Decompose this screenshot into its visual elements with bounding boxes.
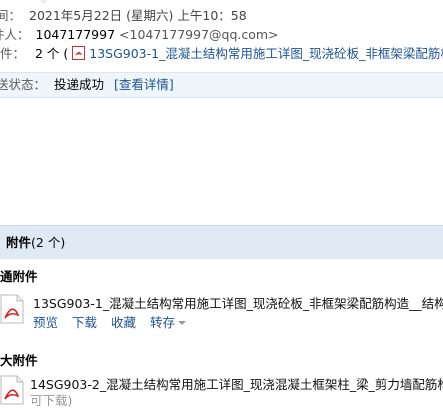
favorite-link[interactable]: 收藏 xyxy=(111,315,136,330)
large-file-expiry: 可下载) xyxy=(30,393,73,408)
download-link[interactable]: 下载 xyxy=(72,315,97,330)
recipient-row: 件人： 1047177997 <1047177997@qq.com> xyxy=(0,25,279,45)
time-row: 间： 2021年5月22日 (星期六) 上午10：58 xyxy=(0,6,247,26)
delivery-status-bar: 送状态： 投递成功 [查看详情] xyxy=(0,72,443,98)
attachment-label: 件： xyxy=(0,46,26,61)
attachments-title: 附件 xyxy=(6,235,32,250)
pdf-icon xyxy=(72,46,86,60)
pdf-file-icon[interactable] xyxy=(0,294,24,324)
file-actions: 预览 下载 收藏 转存 xyxy=(33,312,196,331)
attachment-first-link[interactable]: 13SG903-1_混凝土结构常用施工详图_现浇砼板_非框架梁配筋构 xyxy=(89,46,443,61)
status-label: 送状态： xyxy=(0,77,47,92)
save-to-link[interactable]: 转存 xyxy=(150,315,187,330)
attachment-row: 件： 2 个 ( 13SG903-1_混凝土结构常用施工详图_现浇砼板_非框架梁… xyxy=(0,44,443,64)
chevron-down-icon xyxy=(178,321,187,325)
large-attachments-title: 大附件 xyxy=(0,353,38,368)
normal-file-name[interactable]: 13SG903-1_混凝土结构常用施工详图_现浇砼板_非框架梁配筋构造__结构 xyxy=(33,293,443,312)
large-file-name[interactable]: 14SG903-2_混凝土结构常用施工详图_现浇混凝土框架柱_梁_剪力墙配筋构 xyxy=(30,374,443,393)
time-value: 2021年5月22日 (星期六) 上午10：58 xyxy=(29,8,247,23)
time-label: 间： xyxy=(0,8,22,23)
recipient-qq[interactable]: 1047177997 xyxy=(36,27,116,42)
normal-attachments-title: 通附件 xyxy=(0,269,38,284)
attachments-count: (2 个) xyxy=(31,235,66,250)
view-details-link[interactable]: [查看详情] xyxy=(114,77,174,92)
save-to-label: 转存 xyxy=(150,315,176,330)
attachments-header: 附件(2 个) xyxy=(0,225,443,259)
status-value: 投递成功 xyxy=(54,77,105,92)
recipient-email[interactable]: <1047177997@qq.com> xyxy=(119,27,279,42)
recipient-label: 件人： xyxy=(0,27,30,42)
attachment-count: 2 个 ( xyxy=(35,46,69,61)
preview-link[interactable]: 预览 xyxy=(33,315,58,330)
